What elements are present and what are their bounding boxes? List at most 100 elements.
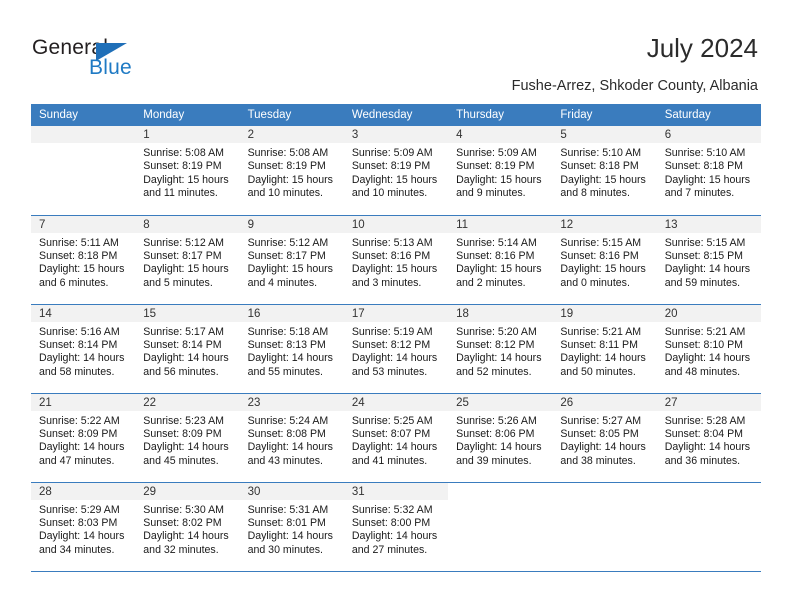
day-cell-content: 23 Sunrise: 5:24 AM Sunset: 8:08 PM Dayligh… xyxy=(239,393,344,482)
calendar-day-cell[interactable]: 2 Sunrise: 5:08 AM Sunset: 8:19 PM Daylight… xyxy=(239,126,344,215)
calendar-day-cell[interactable]: 14 Sunrise: 5:16 AM Sunset: 8:14 PM Dayligh… xyxy=(31,303,136,393)
calendar-day-cell[interactable]: 19 Sunrise: 5:21 AM Sunset: 8:11 PM Dayligh… xyxy=(552,303,657,393)
info-line-sunset: Sunset: 8:16 PM xyxy=(456,249,535,262)
day-sun-info: Sunrise: 5:08 AM Sunset: 8:19 PM Daylight:… xyxy=(240,143,344,201)
info-line-sunset: Sunset: 8:09 PM xyxy=(143,427,222,440)
info-line-daylight2: and 7 minutes. xyxy=(664,187,735,200)
info-line-daylight2: and 30 minutes. xyxy=(247,543,323,556)
calendar-day-cell[interactable]: 26 Sunrise: 5:27 AM Sunset: 8:05 PM Dayligh… xyxy=(552,392,657,482)
day-number: 7 xyxy=(31,215,136,233)
day-cell-content xyxy=(657,483,761,571)
info-line-daylight2: and 2 minutes. xyxy=(456,276,526,289)
day-sun-info: Sunrise: 5:31 AM Sunset: 8:01 PM Daylight:… xyxy=(240,500,344,558)
calendar-day-cell[interactable]: 25 Sunrise: 5:26 AM Sunset: 8:06 PM Dayligh… xyxy=(448,392,553,482)
day-number: 13 xyxy=(656,215,761,233)
day-cell-content xyxy=(31,126,136,215)
calendar-day-cell[interactable]: 18 Sunrise: 5:20 AM Sunset: 8:12 PM Dayligh… xyxy=(448,303,553,393)
calendar-day-cell[interactable]: 1 Sunrise: 5:08 AM Sunset: 8:19 PM Daylight… xyxy=(135,126,240,215)
info-line-daylight2: and 27 minutes. xyxy=(351,543,428,556)
day-sun-info: Sunrise: 5:20 AM Sunset: 8:12 PM Daylight:… xyxy=(448,322,552,380)
calendar-week-row: 21 Sunrise: 5:22 AM Sunset: 8:09 PM Dayligh… xyxy=(31,392,761,482)
calendar-day-cell[interactable]: 23 Sunrise: 5:24 AM Sunset: 8:08 PM Dayligh… xyxy=(239,392,344,482)
day-cell-content: 30 Sunrise: 5:31 AM Sunset: 8:01 PM Dayligh… xyxy=(239,482,344,571)
day-number: 30 xyxy=(239,482,344,500)
calendar-day-cell[interactable]: 6 Sunrise: 5:10 AM Sunset: 8:18 PM Daylight… xyxy=(656,126,761,215)
calendar-day-cell[interactable]: 15 Sunrise: 5:17 AM Sunset: 8:14 PM Dayligh… xyxy=(135,303,240,393)
calendar-day-cell[interactable]: 9 Sunrise: 5:12 AM Sunset: 8:17 PM Daylight… xyxy=(239,214,344,304)
calendar-day-cell[interactable]: 4 Sunrise: 5:09 AM Sunset: 8:19 PM Daylight… xyxy=(448,126,553,215)
day-cell-content: 31 Sunrise: 5:32 AM Sunset: 8:00 PM Dayligh… xyxy=(343,482,449,571)
day-sun-info: Sunrise: 5:28 AM Sunset: 8:04 PM Daylight:… xyxy=(657,411,761,469)
info-line-daylight2: and 6 minutes. xyxy=(39,276,109,289)
day-cell-content: 10 Sunrise: 5:13 AM Sunset: 8:16 PM Dayligh… xyxy=(343,215,449,304)
info-line-sunrise: Sunrise: 5:08 AM xyxy=(247,147,329,159)
day-number: 31 xyxy=(343,482,449,500)
info-line-sunset: Sunset: 8:01 PM xyxy=(247,516,326,529)
calendar-day-cell[interactable]: 31 Sunrise: 5:32 AM Sunset: 8:00 PM Dayligh… xyxy=(343,481,449,572)
calendar-day-cell[interactable]: 29 Sunrise: 5:30 AM Sunset: 8:02 PM Dayligh… xyxy=(135,481,240,572)
calendar-day-cell[interactable]: 8 Sunrise: 5:12 AM Sunset: 8:17 PM Daylight… xyxy=(135,214,240,304)
calendar-day-cell[interactable]: 10 Sunrise: 5:13 AM Sunset: 8:16 PM Dayligh… xyxy=(343,214,449,304)
info-line-daylight2: and 58 minutes. xyxy=(39,365,115,378)
info-line-daylight1: Daylight: 15 hours xyxy=(351,263,438,276)
info-line-daylight2: and 56 minutes. xyxy=(143,365,219,378)
calendar-day-cell[interactable]: 7 Sunrise: 5:11 AM Sunset: 8:18 PM Daylight… xyxy=(31,214,136,304)
info-line-sunrise: Sunrise: 5:15 AM xyxy=(664,236,746,249)
info-line-daylight1: Daylight: 14 hours xyxy=(456,441,542,454)
info-line-daylight2: and 55 minutes. xyxy=(247,365,323,378)
day-number: 18 xyxy=(448,304,553,322)
info-line-daylight1: Daylight: 15 hours xyxy=(560,263,646,276)
info-line-daylight1: Daylight: 15 hours xyxy=(143,173,229,186)
day-sun-info: Sunrise: 5:32 AM Sunset: 8:00 PM Daylight:… xyxy=(344,500,448,558)
info-line-sunset: Sunset: 8:18 PM xyxy=(560,160,639,173)
calendar-day-cell[interactable]: 16 Sunrise: 5:18 AM Sunset: 8:13 PM Dayligh… xyxy=(239,303,344,393)
info-line-daylight2: and 32 minutes. xyxy=(143,543,219,556)
info-line-daylight1: Daylight: 14 hours xyxy=(247,530,333,543)
day-number: 12 xyxy=(552,215,657,233)
weekday-header-row: Sunday Monday Tuesday Wednesday Thursday… xyxy=(31,104,761,126)
logo-text-blue: Blue xyxy=(89,56,132,79)
info-line-sunrise: Sunrise: 5:15 AM xyxy=(560,236,642,249)
info-line-sunrise: Sunrise: 5:19 AM xyxy=(351,325,433,338)
info-line-daylight2: and 4 minutes. xyxy=(247,276,318,289)
info-line-sunset: Sunset: 8:14 PM xyxy=(143,338,222,351)
calendar-day-cell[interactable]: 17 Sunrise: 5:19 AM Sunset: 8:12 PM Dayligh… xyxy=(343,303,449,393)
calendar-day-cell[interactable]: 13 Sunrise: 5:15 AM Sunset: 8:15 PM Dayligh… xyxy=(656,214,761,304)
calendar-day-cell[interactable]: 5 Sunrise: 5:10 AM Sunset: 8:18 PM Daylight… xyxy=(552,126,657,215)
calendar-day-cell[interactable]: 3 Sunrise: 5:09 AM Sunset: 8:19 PM Daylight… xyxy=(343,126,449,215)
day-cell-content: 13 Sunrise: 5:15 AM Sunset: 8:15 PM Dayligh… xyxy=(656,215,761,304)
info-line-sunrise: Sunrise: 5:27 AM xyxy=(560,414,642,427)
info-line-sunset: Sunset: 8:12 PM xyxy=(351,338,431,351)
calendar-day-cell[interactable]: 21 Sunrise: 5:22 AM Sunset: 8:09 PM Dayligh… xyxy=(31,392,136,482)
day-number: 15 xyxy=(135,304,240,322)
info-line-sunset: Sunset: 8:07 PM xyxy=(351,427,431,440)
day-number: 11 xyxy=(448,215,553,233)
info-line-daylight1: Daylight: 15 hours xyxy=(143,263,229,276)
calendar-day-cell[interactable]: 11 Sunrise: 5:14 AM Sunset: 8:16 PM Dayligh… xyxy=(448,214,553,304)
info-line-sunset: Sunset: 8:19 PM xyxy=(351,160,431,173)
day-cell-content: 7 Sunrise: 5:11 AM Sunset: 8:18 PM Daylight… xyxy=(31,215,136,304)
day-cell-content: 16 Sunrise: 5:18 AM Sunset: 8:13 PM Dayligh… xyxy=(239,304,344,393)
info-line-sunset: Sunset: 8:09 PM xyxy=(39,427,118,440)
calendar-week-row: 1 Sunrise: 5:08 AM Sunset: 8:19 PM Daylight… xyxy=(31,126,761,215)
calendar-week-row: 14 Sunrise: 5:16 AM Sunset: 8:14 PM Dayligh… xyxy=(31,303,761,393)
calendar-day-cell[interactable]: 12 Sunrise: 5:15 AM Sunset: 8:16 PM Dayligh… xyxy=(552,214,657,304)
calendar-day-cell[interactable]: 27 Sunrise: 5:28 AM Sunset: 8:04 PM Dayligh… xyxy=(656,392,761,482)
calendar-day-cell[interactable]: 22 Sunrise: 5:23 AM Sunset: 8:09 PM Dayligh… xyxy=(135,392,240,482)
calendar-day-cell[interactable]: 24 Sunrise: 5:25 AM Sunset: 8:07 PM Dayligh… xyxy=(343,392,449,482)
day-cell-content: 21 Sunrise: 5:22 AM Sunset: 8:09 PM Dayligh… xyxy=(31,393,136,482)
info-line-daylight1: Daylight: 14 hours xyxy=(560,352,646,365)
info-line-daylight2: and 45 minutes. xyxy=(143,454,219,467)
calendar-day-cell[interactable]: 30 Sunrise: 5:31 AM Sunset: 8:01 PM Dayligh… xyxy=(239,481,344,572)
calendar-day-cell xyxy=(31,126,136,215)
info-line-daylight2: and 50 minutes. xyxy=(560,365,636,378)
calendar-day-cell[interactable]: 28 Sunrise: 5:29 AM Sunset: 8:03 PM Dayligh… xyxy=(31,481,136,572)
weekday-header-tuesday: Tuesday xyxy=(239,104,344,126)
info-line-sunrise: Sunrise: 5:14 AM xyxy=(456,236,537,249)
info-line-sunrise: Sunrise: 5:10 AM xyxy=(560,147,642,159)
info-line-sunrise: Sunrise: 5:26 AM xyxy=(456,414,537,427)
general-blue-logo: General Blue xyxy=(32,36,162,84)
info-line-daylight1: Daylight: 15 hours xyxy=(456,263,542,276)
calendar-day-cell[interactable]: 20 Sunrise: 5:21 AM Sunset: 8:10 PM Dayligh… xyxy=(656,303,761,393)
calendar-week-row: 28 Sunrise: 5:29 AM Sunset: 8:03 PM Dayligh… xyxy=(31,481,761,572)
